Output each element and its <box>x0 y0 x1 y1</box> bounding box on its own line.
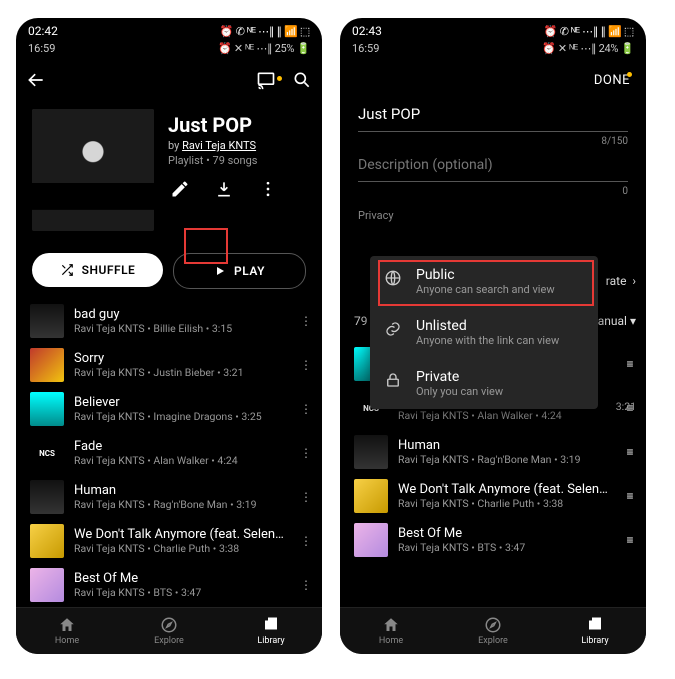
nav-home[interactable]: Home <box>340 608 442 654</box>
notification-dot-icon <box>627 72 632 77</box>
os-indicators: ⏰ ✆ ᴺᴱ ⋯∥ ∥ 📶 ⬚ <box>220 25 310 38</box>
inner-indicators: ⏰ ✕ ᴺᴱ ⋯∥ 24% 🔋 <box>542 42 634 55</box>
download-icon[interactable] <box>214 179 234 199</box>
nav-explore[interactable]: Explore <box>442 608 544 654</box>
overflow-icon[interactable]: ⋮ <box>296 402 316 416</box>
bottom-nav: Home Explore Library <box>16 607 322 654</box>
overflow-icon[interactable]: ⋮ <box>296 446 316 460</box>
playlist-subline: Playlist • 79 songs <box>168 154 306 167</box>
nav-explore[interactable]: Explore <box>118 608 220 654</box>
notification-dot-icon <box>277 76 282 81</box>
list-item[interactable]: BelieverRavi Teja KNTS • Imagine Dragons… <box>30 387 316 431</box>
privacy-label: Privacy <box>358 209 628 222</box>
link-icon <box>384 319 402 339</box>
overflow-icon[interactable]: ⋮ <box>296 534 316 548</box>
phone-right: 02:43 ⏰ ✆ ᴺᴱ ⋯∥ ∥ 📶 ⬚ 16:59 ⏰ ✕ ᴺᴱ ⋯∥ 24… <box>340 18 646 654</box>
app-topbar: DONE <box>340 57 646 103</box>
os-time: 02:43 <box>352 24 382 38</box>
edit-icon[interactable] <box>170 179 190 199</box>
inner-status-bar: 16:59 ⏰ ✕ ᴺᴱ ⋯∥ 25% 🔋 <box>16 40 322 57</box>
list-item[interactable]: Best Of MeRavi Teja KNTS • BTS • 3:47≡ <box>354 518 640 562</box>
inner-time: 16:59 <box>352 42 379 55</box>
inner-indicators: ⏰ ✕ ᴺᴱ ⋯∥ 25% 🔋 <box>218 42 310 55</box>
os-time: 02:42 <box>28 24 58 38</box>
playlist-hero: Just POP by Ravi Teja KNTS Playlist • 79… <box>16 103 322 235</box>
playlist-byline: by Ravi Teja KNTS <box>168 139 306 152</box>
os-status-bar: 02:42 ⏰ ✆ ᴺᴱ ⋯∥ ∥ 📶 ⬚ <box>16 18 322 40</box>
os-status-bar: 02:43 ⏰ ✆ ᴺᴱ ⋯∥ ∥ 📶 ⬚ <box>340 18 646 40</box>
nav-library[interactable]: Library <box>544 608 646 654</box>
phone-left: 02:42 ⏰ ✆ ᴺᴱ ⋯∥ ∥ 📶 ⬚ 16:59 ⏰ ✕ ᴺᴱ ⋯∥ 25… <box>16 18 322 654</box>
title-char-count: 8/150 <box>358 136 628 147</box>
search-icon[interactable] <box>292 70 312 90</box>
overflow-icon[interactable]: ⋮ <box>296 314 316 328</box>
list-item[interactable]: HumanRavi Teja KNTS • Rag'n'Bone Man • 3… <box>354 430 640 474</box>
nav-home[interactable]: Home <box>16 608 118 654</box>
overflow-icon[interactable]: ⋮ <box>296 358 316 372</box>
drag-handle-icon[interactable]: ≡ <box>620 530 640 550</box>
playlist-art[interactable] <box>32 109 154 231</box>
play-button[interactable]: PLAY <box>173 253 306 289</box>
privacy-option-public[interactable]: PublicAnyone can search and view <box>370 256 598 307</box>
privacy-option-private[interactable]: PrivateOnly you can view <box>370 358 598 409</box>
bottom-nav: Home Explore Library <box>340 607 646 654</box>
time-peek: 3:21 <box>616 400 636 413</box>
inner-status-bar: 16:59 ⏰ ✕ ᴺᴱ ⋯∥ 24% 🔋 <box>340 40 646 57</box>
playlist-title: Just POP <box>168 113 306 137</box>
globe-icon <box>384 268 402 288</box>
drag-handle-icon[interactable]: ≡ <box>620 354 640 374</box>
privacy-menu: PublicAnyone can search and view Unliste… <box>370 256 598 409</box>
desc-char-count: 0 <box>358 186 628 197</box>
overflow-icon[interactable]: ⋮ <box>296 578 316 592</box>
inner-time: 16:59 <box>28 42 55 55</box>
description-input[interactable]: Description (optional) <box>358 147 628 173</box>
collaborate-row-partial[interactable]: rate › <box>606 274 636 288</box>
author-link[interactable]: Ravi Teja KNTS <box>182 139 256 152</box>
list-item[interactable]: SorryRavi Teja KNTS • Justin Bieber • 3:… <box>30 343 316 387</box>
title-input[interactable]: Just POP <box>358 103 628 123</box>
overflow-icon[interactable]: ⋮ <box>296 490 316 504</box>
drag-handle-icon[interactable]: ≡ <box>620 442 640 462</box>
drag-handle-icon[interactable]: ≡ <box>620 486 640 506</box>
list-item[interactable]: We Don't Talk Anymore (feat. Selena Gome… <box>354 474 640 518</box>
done-button[interactable]: DONE <box>594 73 630 88</box>
list-item[interactable]: We Don't Talk Anymore (feat. Selena Gome… <box>30 519 316 563</box>
list-item[interactable]: bad guyRavi Teja KNTS • Billie Eilish • … <box>30 299 316 343</box>
lock-icon <box>384 370 402 390</box>
os-indicators: ⏰ ✆ ᴺᴱ ⋯∥ ∥ 📶 ⬚ <box>544 25 634 38</box>
cast-icon[interactable] <box>256 70 276 90</box>
overflow-icon[interactable] <box>258 179 278 199</box>
nav-library[interactable]: Library <box>220 608 322 654</box>
list-item[interactable]: Best Of MeRavi Teja KNTS • BTS • 3:47⋮ <box>30 563 316 607</box>
list-item[interactable]: HumanRavi Teja KNTS • Rag'n'Bone Man • 3… <box>30 475 316 519</box>
song-count-partial: 79 <box>354 314 368 328</box>
song-list[interactable]: bad guyRavi Teja KNTS • Billie Eilish • … <box>16 299 322 607</box>
list-item[interactable]: NCSFadeRavi Teja KNTS • Alan Walker • 4:… <box>30 431 316 475</box>
shuffle-button[interactable]: SHUFFLE <box>32 253 163 287</box>
privacy-option-unlisted[interactable]: UnlistedAnyone with the link can view <box>370 307 598 358</box>
back-icon[interactable] <box>26 70 46 90</box>
app-topbar <box>16 57 322 103</box>
